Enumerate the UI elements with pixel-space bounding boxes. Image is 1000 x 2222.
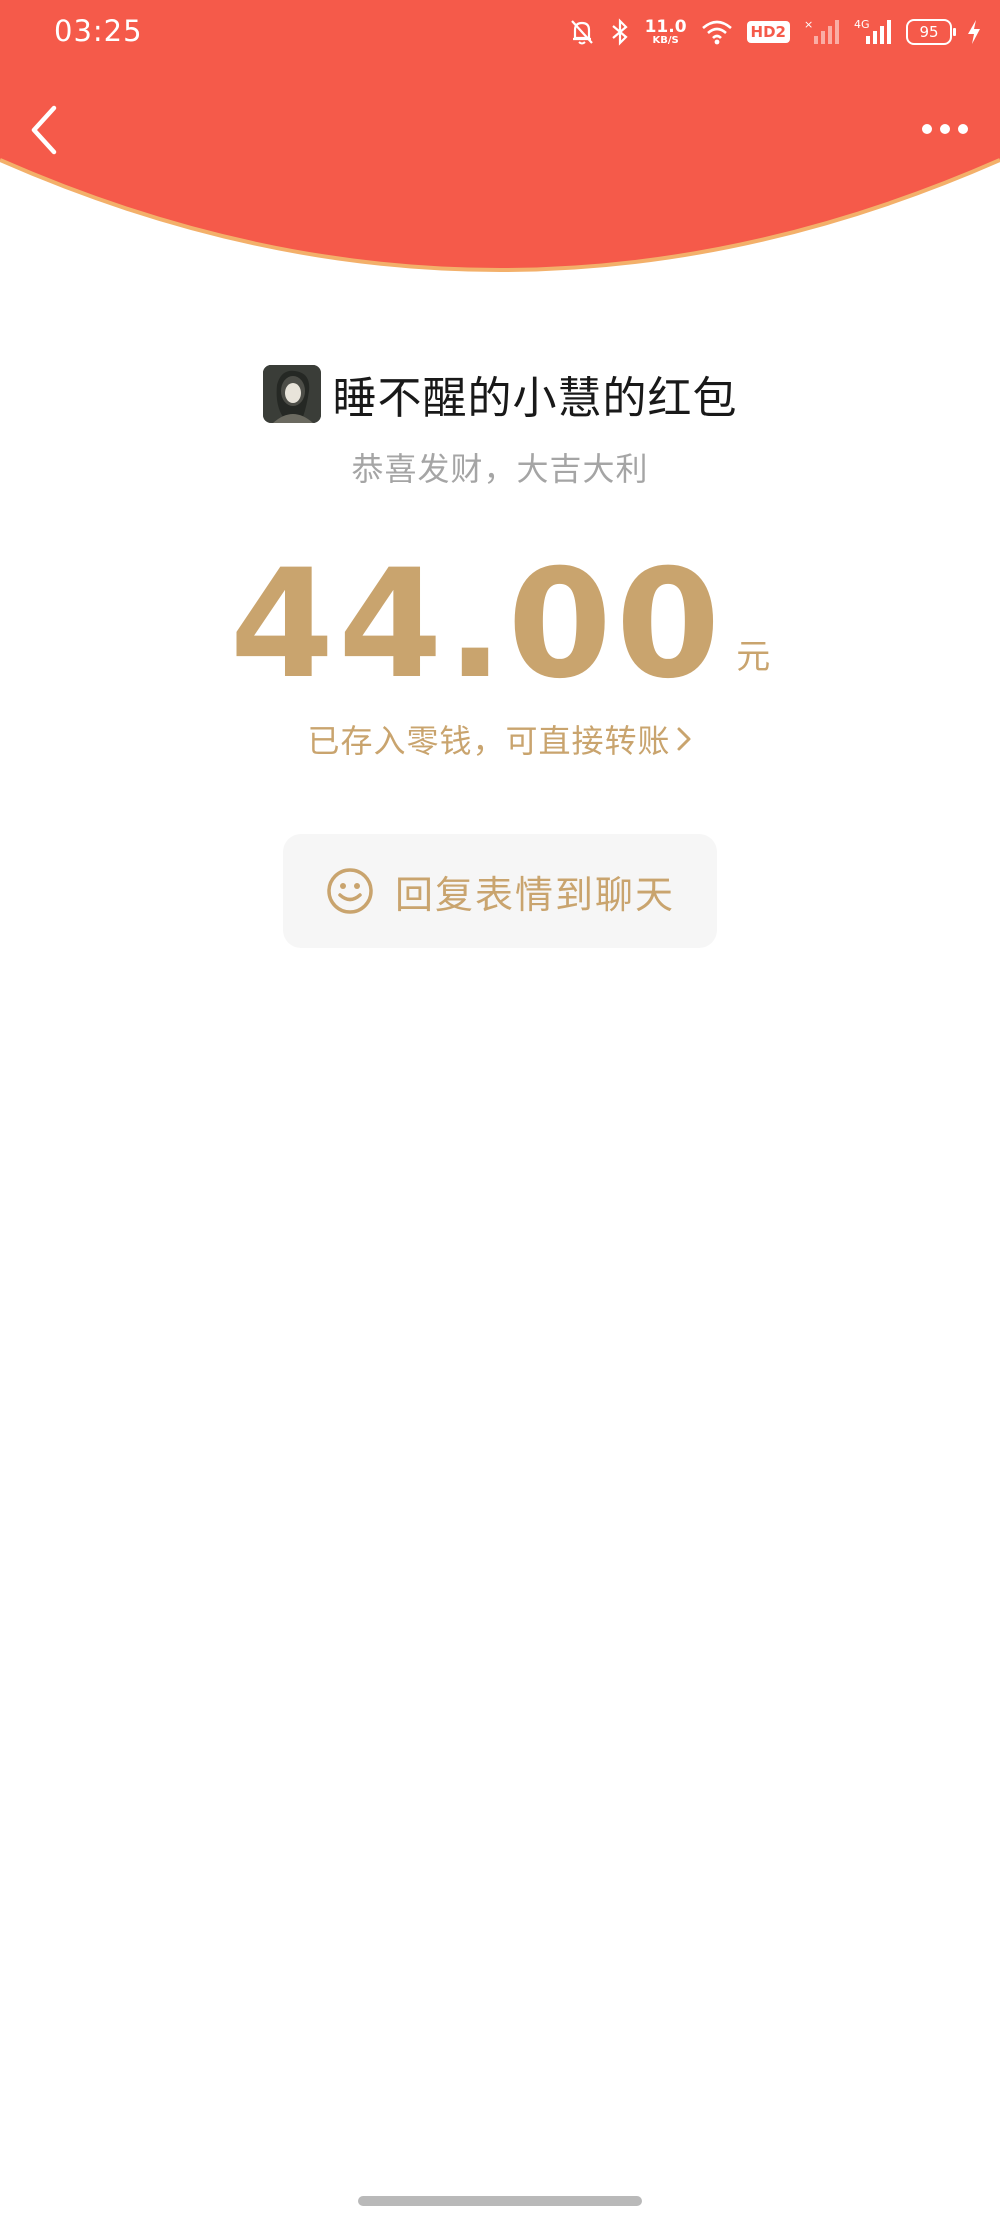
hd-badge: HD2 (746, 21, 790, 43)
blessing-message: 恭喜发财，大吉大利 (351, 450, 649, 488)
sim1-label: × (804, 18, 813, 31)
mute-bell-icon (569, 18, 595, 46)
chevron-right-icon (675, 724, 693, 762)
more-options-button[interactable] (910, 114, 980, 144)
more-dots-icon (922, 124, 968, 134)
sender-row: 睡不醒的小慧的红包 (0, 362, 1000, 426)
status-icons: 11.0 KB/S HD2 × 4G 95 (569, 14, 982, 50)
charging-icon (966, 19, 982, 45)
network-speed: 11.0 KB/S (644, 16, 687, 46)
sender-title: 睡不醒的小慧的红包 (332, 373, 738, 424)
saved-note-text: 已存入零钱，可直接转账 (307, 722, 671, 760)
reply-button-label: 回复表情到聊天 (394, 872, 675, 917)
avatar[interactable] (262, 365, 321, 423)
sim2-label: 4G (854, 18, 870, 31)
net-speed-unit: KB/S (652, 34, 679, 46)
reply-sticker-button[interactable]: 回复表情到聊天 (283, 834, 717, 948)
battery-level: 95 (919, 23, 939, 41)
status-time: 03:25 (54, 14, 143, 48)
net-speed-value: 11.0 (644, 16, 687, 37)
amount-value: 44.00 (229, 538, 725, 712)
smiley-icon (327, 868, 373, 914)
bluetooth-icon (609, 18, 631, 46)
battery-indicator: 95 (906, 19, 956, 45)
signal-icon: × (804, 18, 840, 46)
amount-row: 44.00 元 (0, 540, 1000, 700)
status-bar: 03:25 11.0 KB/S HD2 × 4G 95 (0, 0, 1000, 64)
back-button[interactable] (20, 100, 70, 160)
signal-4g-icon: 4G (854, 18, 892, 46)
home-indicator[interactable] (358, 2196, 642, 2206)
currency-unit: 元 (736, 637, 771, 677)
saved-to-balance-link[interactable]: 已存入零钱，可直接转账 (0, 716, 1000, 762)
chevron-left-icon (31, 105, 57, 155)
navigation-bar (0, 64, 1000, 184)
wifi-icon (701, 19, 733, 45)
